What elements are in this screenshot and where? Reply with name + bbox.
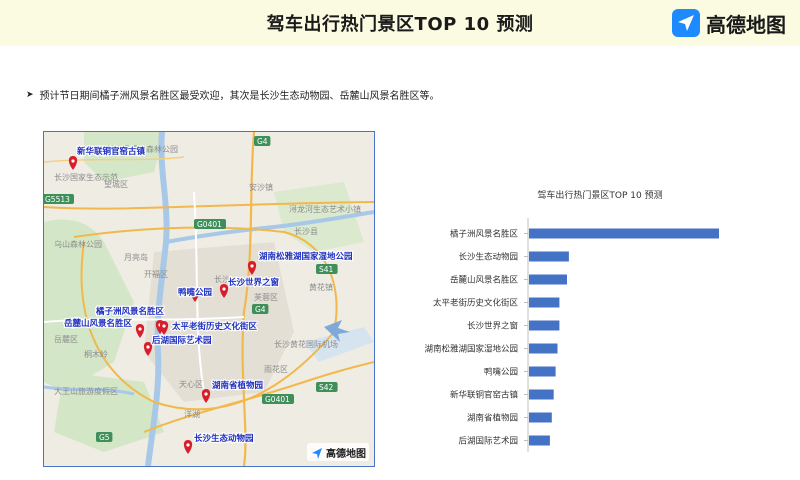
chart-bar [529,343,558,354]
summary-line: ➤ 预计节日期间橘子洲风景名胜区最受欢迎，其次是长沙生态动物园、岳麓山风景名胜区… [26,87,440,103]
map-road-label: S41 [316,264,338,274]
map-road-label: G4 [252,304,269,314]
map-place-label: 望城区 [104,179,128,189]
map-pin-label: 长沙生态动物园 [194,433,254,444]
road-shield-text: G4 [255,305,266,314]
logo-text: 高德地图 [706,12,786,37]
map-watermark: 高德地图 [307,443,369,461]
map-place-label: 黄花镇 [309,282,333,292]
map-place-label: 长沙县 [294,226,318,236]
chart-bar [529,412,552,423]
chart-category-label: 后湖国际艺术园 [458,436,518,447]
map-pin-label: 湖南省植物园 [212,380,263,391]
map-pin-label: 后湖国际艺术园 [152,335,212,346]
map-place-label: 安沙镇 [249,182,273,192]
map-road-label: G0401 [194,219,226,229]
chart-bar [529,389,554,400]
chart-category-label: 湖南省植物园 [467,413,518,424]
map-place-label: 芙蓉区 [254,292,278,302]
bullet-arrow-icon: ➤ [26,89,34,100]
chart-category-label: 岳麓山风景名胜区 [450,275,519,286]
map-pin-label: 长沙世界之窗 [228,277,280,288]
map-road-label: G4 [254,136,271,146]
road-shield-text: G0401 [197,220,222,229]
map-place-label: 开福区 [144,270,168,279]
road-shield-text: S41 [319,265,334,274]
map-pin-dot [186,443,190,447]
map-road-label: S42 [316,382,338,392]
road-shield-text: G5 [99,433,110,442]
map-pin-label: 鸭嘴公园 [178,287,212,298]
chart-category-label: 橘子洲风景名胜区 [450,229,519,240]
chart-bar [529,228,719,239]
chart-category-label: 长沙世界之窗 [467,321,518,332]
bar-chart: 橘子洲风景名胜区长沙生态动物园岳麓山风景名胜区太平老街历史文化街区长沙世界之窗湖… [424,218,719,452]
chart-category-label: 鸭嘴公园 [484,367,518,378]
map-place-label: 长沙黄花国际机场 [274,339,338,349]
chart-bar [529,320,560,331]
map-place-label: 乌山森林公园 [54,239,102,249]
chart-bar [529,366,556,377]
map-pin-dot [204,392,208,396]
map-place-label: 浔龙河生态艺术小镇 [289,204,361,214]
map-pin-dot [138,327,142,331]
watermark-text: 高德地图 [326,447,366,460]
chart-category-label: 长沙生态动物园 [458,252,518,263]
road-shield-text: G0401 [265,395,290,404]
map-place-label: 雨花区 [264,364,288,374]
chart-title: 驾车出行热门景区TOP 10 预测 [537,191,663,201]
amap-arrow-icon [672,9,700,37]
map-pin-label: 岳麓山风景名胜区 [64,318,133,329]
map-pin-label: 橘子洲风景名胜区 [95,306,165,317]
map-road-label: G0401 [262,394,294,404]
summary-text: 预计节日期间橘子洲风景名胜区最受欢迎，其次是长沙生态动物园、岳麓山风景名胜区等。 [39,91,440,102]
map-place-label: 桐木岭 [84,349,108,359]
chart-bar [529,435,550,446]
chart-category-label: 新华联铜官窑古镇 [450,390,519,401]
road-shield-text: G5513 [45,195,70,204]
chart-category-label: 湖南松雅湖国家湿地公园 [424,344,518,355]
header-banner: 驾车出行热门景区TOP 10 预测 高德地图 [0,0,800,46]
map-pin-label: 新华联铜官窑古镇 [77,146,146,157]
road-shield-text: S42 [319,383,334,392]
map-place-label: 岳麓区 [54,334,78,344]
chart-category-label: 太平老街历史文化街区 [433,298,519,309]
map-place-label: 月亮岛 [124,252,148,262]
map-road-label: G5 [96,432,113,442]
map-pin-dot [71,159,75,163]
map-pin-dot [146,345,150,349]
map-pin-dot [250,264,254,268]
chart-bar [529,251,569,262]
chart-bar [529,297,560,308]
map-pin-dot [222,287,226,291]
map-pin-label: 湖南松雅湖国家湿地公园 [259,251,353,262]
map-place-label: 洋湖 [184,409,200,419]
map-pin-label: 太平老街历史文化街区 [171,321,258,332]
amap-logo: 高德地图 [672,8,786,38]
map-place-label: 大王山旅游度假区 [54,386,118,396]
hotspot-map: 长沙黑麋峰森林公园 长沙国家生态示范 乌山森林公园 月亮岛 开福区 安沙镇 浔龙河生态艺术小… [43,131,375,467]
road-shield-text: G4 [257,137,268,146]
map-road-label: G5513 [44,194,74,204]
map-place-label: 天心区 [179,380,203,389]
map-pin-dot [162,324,166,328]
map-canvas: 长沙黑麋峰森林公园长沙国家生态示范乌山森林公园月亮岛开福区安沙镇浔龙河生态艺术小… [44,132,374,466]
chart-bar [529,274,567,285]
